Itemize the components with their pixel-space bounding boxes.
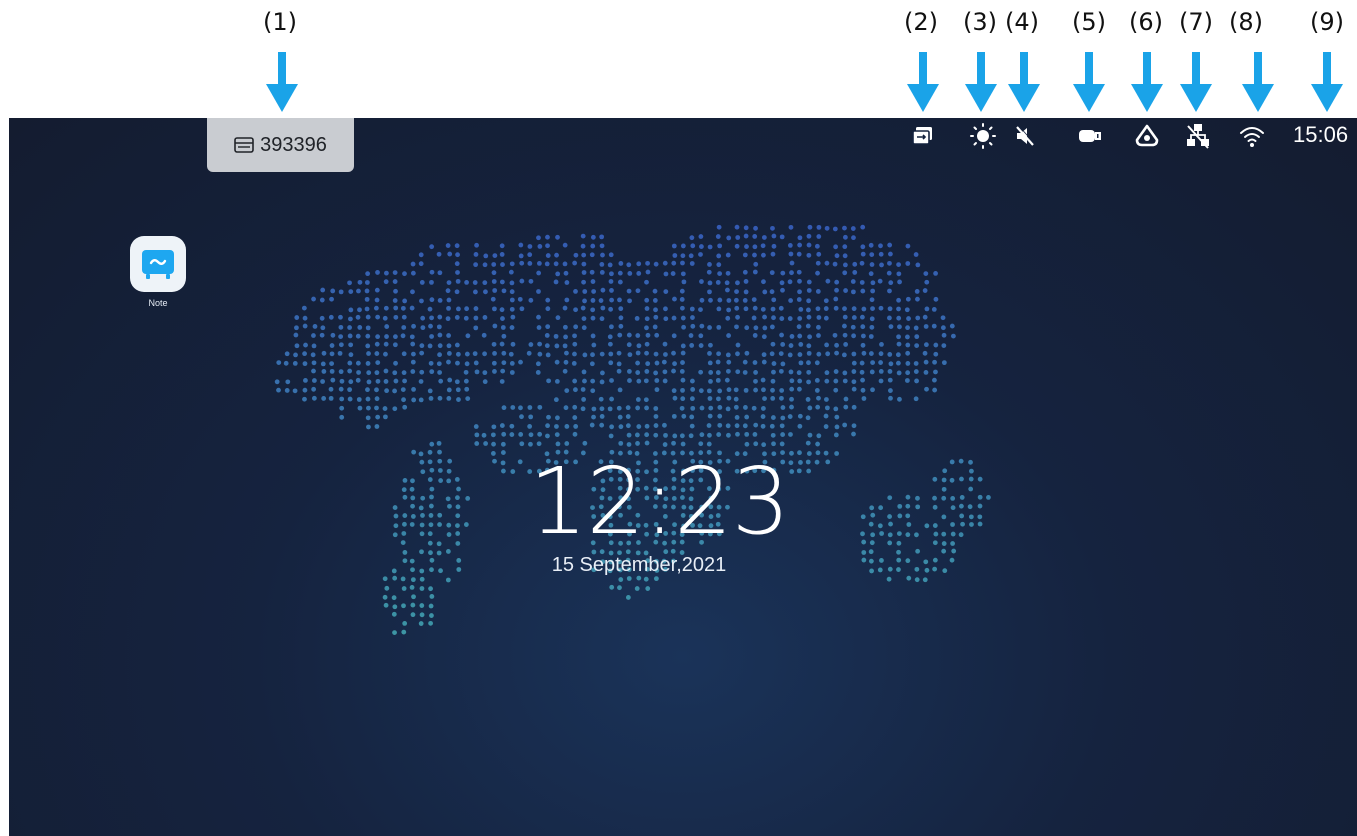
callout-arrow-4: [1008, 52, 1040, 112]
callout-arrow-6: [1131, 52, 1163, 112]
callout-8: (8): [1229, 8, 1263, 36]
room-code-badge[interactable]: 393396: [207, 118, 354, 172]
home-clock-date: 15 September,2021: [551, 554, 727, 576]
callout-1: (1): [263, 8, 297, 36]
note-board-icon: [142, 250, 174, 279]
volume-mute-icon[interactable]: [1011, 122, 1039, 150]
callout-arrow-7: [1180, 52, 1212, 112]
callout-arrow-2: [907, 52, 939, 112]
screen-share-icon: [234, 137, 254, 153]
callout-arrow-8: [1242, 52, 1274, 112]
cast-icon[interactable]: [909, 122, 937, 150]
callout-5: (5): [1072, 8, 1106, 36]
room-code: 393396: [260, 133, 327, 156]
cloud-app-icon[interactable]: [1133, 122, 1161, 150]
callout-arrow-9: [1311, 52, 1343, 112]
callout-9: (9): [1310, 8, 1344, 36]
wifi-icon[interactable]: [1238, 122, 1266, 150]
note-app-icon[interactable]: [130, 236, 186, 292]
home-clock-time: 12:23: [529, 448, 790, 555]
callout-2: (2): [904, 8, 938, 36]
ethernet-disconnected-icon[interactable]: [1184, 122, 1212, 150]
callout-arrow-5: [1073, 52, 1105, 112]
callout-4: (4): [1005, 8, 1039, 36]
home-screen: 393396 15:06 Note 12:23 15 September,202…: [9, 118, 1357, 836]
usb-drive-icon[interactable]: [1075, 122, 1103, 150]
brightness-icon[interactable]: [969, 122, 997, 150]
callout-arrow-1: [266, 52, 298, 112]
callout-arrow-3: [965, 52, 997, 112]
status-bar-time: 15:06: [1293, 122, 1349, 147]
note-app-label: Note: [148, 298, 168, 308]
